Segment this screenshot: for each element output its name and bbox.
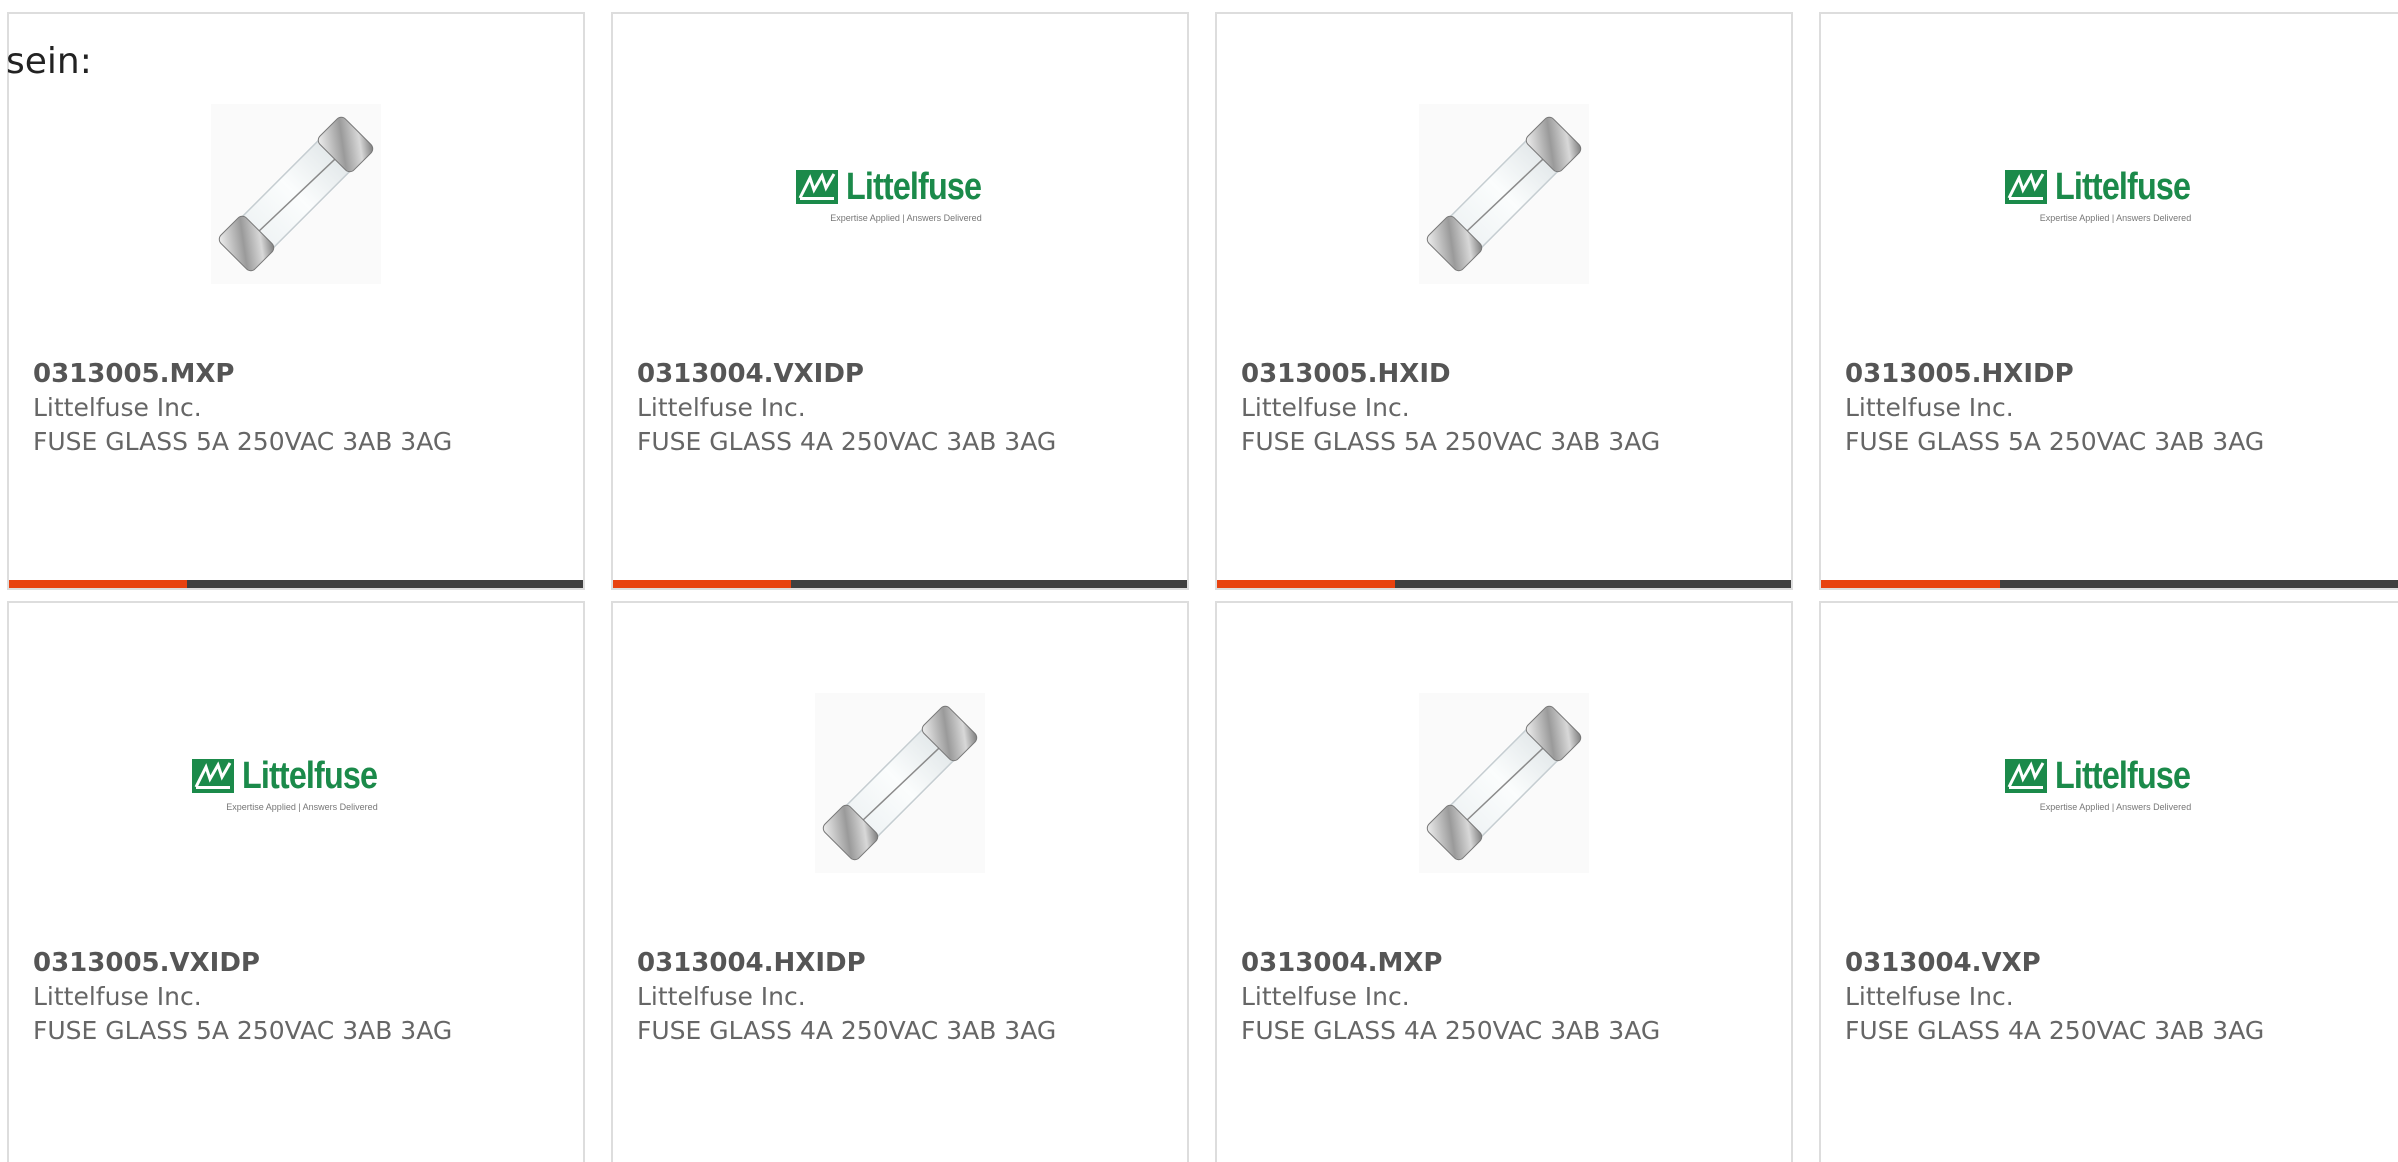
littelfuse-mark-icon [795,170,838,204]
littelfuse-logo: Littelfuse Expertise Applied | Answers D… [2005,166,2214,223]
description: FUSE GLASS 5A 250VAC 3AB 3AG [1241,427,1661,456]
fuse-icon [211,104,381,284]
progress-fill [613,580,791,588]
manufacturer: Littelfuse Inc. [1845,393,2014,422]
logo-wordmark: Littelfuse [2055,754,2191,797]
description: FUSE GLASS 5A 250VAC 3AB 3AG [33,1016,453,1045]
logo-tagline: Expertise Applied | Answers Delivered [2039,801,2192,812]
description: FUSE GLASS 4A 250VAC 3AB 3AG [1845,1016,2265,1045]
littelfuse-logo: Littelfuse Expertise Applied | Answers D… [795,165,1005,223]
logo-wordmark: Littelfuse [2055,165,2191,208]
littelfuse-mark-icon [2005,170,2048,204]
manufacturer: Littelfuse Inc. [637,393,806,422]
logo-wordmark: Littelfuse [241,754,378,797]
littelfuse-logo: Littelfuse Expertise Applied | Answers D… [2005,755,2214,812]
product-grid: 0313005.MXP Littelfuse Inc. FUSE GLASS 5… [0,0,2398,1162]
part-number[interactable]: 0313004.HXIDP [637,946,1177,980]
product-image[interactable] [9,84,583,304]
product-image[interactable] [613,673,1187,893]
product-card[interactable]: 0313005.HXID Littelfuse Inc. FUSE GLASS … [1215,12,1793,590]
littelfuse-logo: Littelfuse Expertise Applied | Answers D… [191,754,401,812]
progress-bar [9,580,583,588]
product-card[interactable]: 0313004.MXP Littelfuse Inc. FUSE GLASS 4… [1215,601,1793,1162]
manufacturer: Littelfuse Inc. [1845,982,2014,1011]
littelfuse-mark-icon [2005,759,2048,793]
part-number[interactable]: 0313005.VXIDP [33,946,573,980]
product-image[interactable]: Littelfuse Expertise Applied | Answers D… [9,673,583,893]
progress-bar [613,580,1187,588]
product-card[interactable]: 0313004.HXIDP Littelfuse Inc. FUSE GLASS… [611,601,1189,1162]
manufacturer: Littelfuse Inc. [637,982,806,1011]
manufacturer: Littelfuse Inc. [33,393,202,422]
littelfuse-mark-icon [191,759,234,793]
product-card[interactable]: 0313005.MXP Littelfuse Inc. FUSE GLASS 5… [7,12,585,590]
part-number[interactable]: 0313005.HXIDP [1845,357,2388,391]
logo-tagline: Expertise Applied | Answers Delivered [830,212,982,223]
progress-fill [1821,580,2000,588]
part-number[interactable]: 0313004.VXP [1845,946,2388,980]
description: FUSE GLASS 4A 250VAC 3AB 3AG [637,1016,1057,1045]
product-image[interactable] [1217,84,1791,304]
manufacturer: Littelfuse Inc. [33,982,202,1011]
part-number[interactable]: 0313005.MXP [33,357,573,391]
description: FUSE GLASS 5A 250VAC 3AB 3AG [33,427,453,456]
progress-fill [1217,580,1395,588]
fuse-icon [1419,104,1589,284]
logo-tagline: Expertise Applied | Answers Delivered [2039,212,2192,223]
part-number[interactable]: 0313005.HXID [1241,357,1781,391]
fuse-icon [1419,693,1589,873]
intro-text: sein: [6,41,92,82]
description: FUSE GLASS 4A 250VAC 3AB 3AG [1241,1016,1661,1045]
part-number[interactable]: 0313004.MXP [1241,946,1781,980]
product-image[interactable]: Littelfuse Expertise Applied | Answers D… [613,84,1187,304]
progress-bar [1821,580,2398,588]
part-number[interactable]: 0313004.VXIDP [637,357,1177,391]
product-card[interactable]: Littelfuse Expertise Applied | Answers D… [611,12,1189,590]
product-image[interactable]: Littelfuse Expertise Applied | Answers D… [1821,673,2398,893]
product-card[interactable]: Littelfuse Expertise Applied | Answers D… [7,601,585,1162]
progress-bar [1217,580,1791,588]
description: FUSE GLASS 4A 250VAC 3AB 3AG [637,427,1057,456]
logo-tagline: Expertise Applied | Answers Delivered [226,801,378,812]
product-card[interactable]: Littelfuse Expertise Applied | Answers D… [1819,12,2398,590]
manufacturer: Littelfuse Inc. [1241,393,1410,422]
progress-fill [9,580,187,588]
product-image[interactable]: Littelfuse Expertise Applied | Answers D… [1821,84,2398,304]
fuse-icon [815,693,985,873]
description: FUSE GLASS 5A 250VAC 3AB 3AG [1845,427,2265,456]
manufacturer: Littelfuse Inc. [1241,982,1410,1011]
logo-wordmark: Littelfuse [845,165,982,208]
product-image[interactable] [1217,673,1791,893]
product-card[interactable]: Littelfuse Expertise Applied | Answers D… [1819,601,2398,1162]
